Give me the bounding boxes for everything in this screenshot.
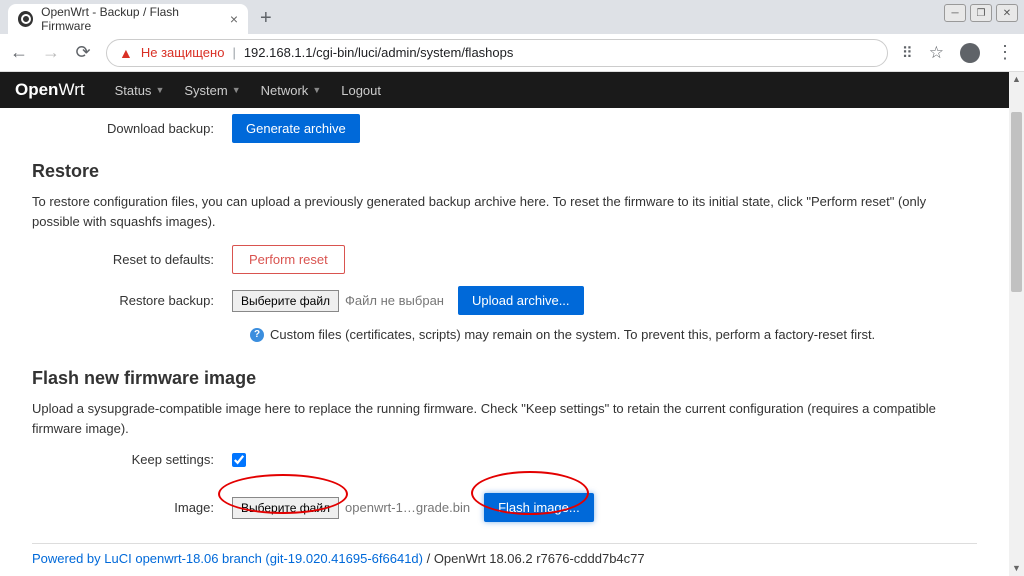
openwrt-logo[interactable]: OpenWrt	[15, 80, 85, 100]
new-tab-button[interactable]: +	[248, 7, 284, 30]
nav-status[interactable]: Status▼	[115, 83, 165, 98]
not-secure-label: Не защищено	[141, 45, 225, 60]
tab-title: OpenWrt - Backup / Flash Firmware	[41, 5, 222, 33]
reset-defaults-label: Reset to defaults:	[32, 252, 232, 267]
nav-network[interactable]: Network▼	[261, 83, 322, 98]
restore-hint: ? Custom files (certificates, scripts) m…	[250, 327, 977, 342]
restore-description: To restore configuration files, you can …	[32, 192, 977, 231]
upload-archive-button[interactable]: Upload archive...	[458, 286, 584, 315]
url-text: 192.168.1.1/cgi-bin/luci/admin/system/fl…	[244, 45, 514, 60]
bookmark-star-icon[interactable]: ☆	[929, 43, 944, 63]
openwrt-navbar: OpenWrt Status▼ System▼ Network▼ Logout	[0, 72, 1024, 108]
footer: Powered by LuCI openwrt-18.06 branch (gi…	[32, 551, 645, 566]
restore-heading: Restore	[32, 161, 977, 182]
footer-separator	[32, 543, 977, 544]
close-window-icon[interactable]: ✕	[996, 4, 1018, 22]
generate-archive-button[interactable]: Generate archive	[232, 114, 360, 143]
menu-dots-icon[interactable]: ⋮	[996, 42, 1014, 63]
browser-toolbar: ← → ⟳ ▲ Не защищено | 192.168.1.1/cgi-bi…	[0, 34, 1024, 72]
restore-backup-label: Restore backup:	[32, 293, 232, 308]
reload-icon[interactable]: ⟳	[74, 42, 92, 63]
image-file-status: openwrt-1…grade.bin	[345, 500, 470, 515]
chevron-down-icon: ▼	[312, 85, 321, 95]
keep-settings-checkbox[interactable]	[232, 453, 246, 467]
keep-settings-label: Keep settings:	[32, 452, 232, 467]
flash-image-button[interactable]: Flash image...	[484, 493, 594, 522]
chevron-down-icon: ▼	[232, 85, 241, 95]
profile-icon[interactable]	[960, 43, 980, 63]
nav-logout[interactable]: Logout	[341, 83, 381, 98]
browser-tab-strip: OpenWrt - Backup / Flash Firmware × + ─ …	[0, 0, 1024, 34]
back-icon[interactable]: ←	[10, 42, 28, 63]
warning-icon: ▲	[119, 45, 133, 61]
browser-tab[interactable]: OpenWrt - Backup / Flash Firmware ×	[8, 4, 248, 34]
translate-icon[interactable]: ⠿	[902, 44, 913, 62]
scrollbar[interactable]: ▲ ▼	[1009, 72, 1024, 576]
image-choose-file-button[interactable]: Выберите файл	[232, 497, 339, 519]
window-controls: ─ ❐ ✕	[944, 4, 1018, 22]
url-bar[interactable]: ▲ Не защищено | 192.168.1.1/cgi-bin/luci…	[106, 39, 888, 67]
forward-icon[interactable]: →	[42, 42, 60, 63]
footer-link[interactable]: Powered by LuCI openwrt-18.06 branch (gi…	[32, 551, 423, 566]
favicon-icon	[18, 11, 33, 27]
url-separator: |	[232, 45, 235, 60]
image-label: Image:	[32, 500, 232, 515]
perform-reset-button[interactable]: Perform reset	[232, 245, 345, 274]
chevron-down-icon: ▼	[155, 85, 164, 95]
restore-file-status: Файл не выбран	[345, 293, 444, 308]
close-tab-icon[interactable]: ×	[230, 11, 238, 27]
flash-description: Upload a sysupgrade-compatible image her…	[32, 399, 977, 438]
page-content: Download backup: Generate archive Restor…	[0, 114, 1009, 522]
maximize-icon[interactable]: ❐	[970, 4, 992, 22]
info-icon: ?	[250, 328, 264, 342]
restore-choose-file-button[interactable]: Выберите файл	[232, 290, 339, 312]
nav-system[interactable]: System▼	[184, 83, 240, 98]
minimize-icon[interactable]: ─	[944, 4, 966, 22]
download-backup-label: Download backup:	[32, 121, 232, 136]
scrollbar-thumb[interactable]	[1011, 112, 1022, 292]
flash-heading: Flash new firmware image	[32, 368, 977, 389]
